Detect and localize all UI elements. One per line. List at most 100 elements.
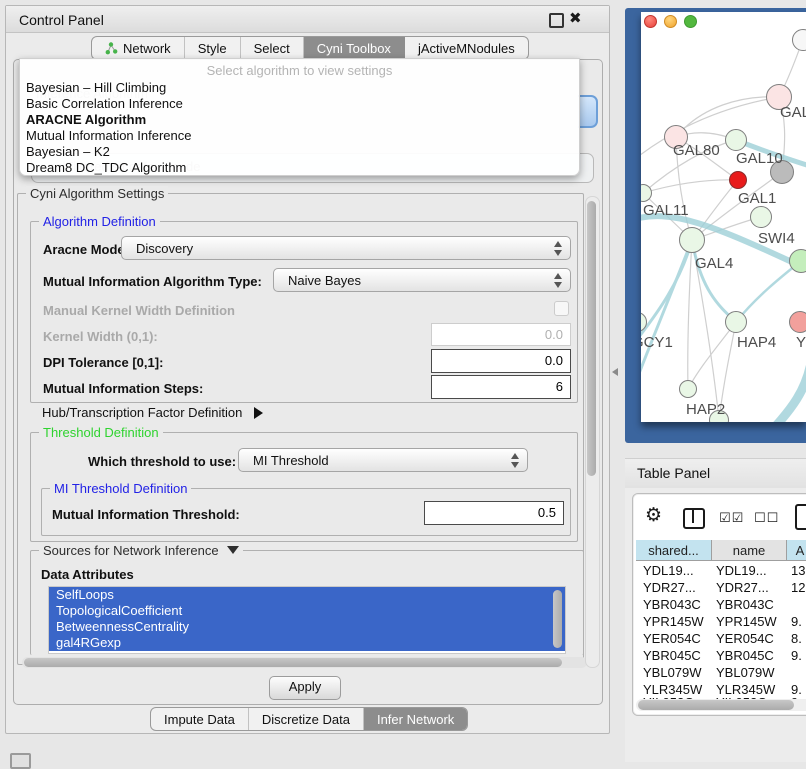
stepper-icon [511, 453, 520, 468]
table-cell[interactable]: YPR145W [643, 613, 709, 630]
node-label-hap4: HAP4 [737, 334, 776, 351]
tab-network[interactable]: Network [92, 37, 185, 59]
settings-vertical-scrollbar-thumb[interactable] [587, 201, 596, 476]
node-label-y: Y [796, 334, 806, 351]
settings-horizontal-scrollbar-thumb[interactable] [24, 658, 562, 667]
kernel-width-label: Kernel Width (0,1): [43, 329, 158, 344]
table-horizontal-scrollbar-track[interactable] [636, 699, 806, 711]
kernel-width-field[interactable]: 0.0 [431, 323, 571, 346]
column-header-shared[interactable]: shared... [636, 540, 712, 561]
node-label-swi4: SWI4 [758, 230, 795, 247]
table-cell[interactable]: 12 [791, 579, 806, 596]
panel-divider-arrow-icon[interactable] [612, 368, 618, 376]
mi-type-combo[interactable]: Naive Bayes [273, 268, 571, 292]
table-cell[interactable]: 8. [791, 630, 806, 647]
mi-type-value: Naive Bayes [288, 273, 361, 288]
unselect-all-checkboxes-icon[interactable]: ☐☐ [754, 510, 779, 526]
expand-right-icon [254, 407, 263, 419]
mi-threshold-field[interactable]: 0.5 [424, 501, 564, 525]
tab-infer-network[interactable]: Infer Network [364, 708, 467, 730]
network-canvas[interactable]: GAL GAL80 GAL10 GAL1 GAL11 SWI4 GAL4 GCY… [641, 12, 806, 422]
node-label-gal4: GAL4 [695, 255, 733, 272]
dropdown-placeholder: Select algorithm to view settings [20, 59, 579, 80]
algorithm-combo-focused-fragment[interactable] [578, 95, 598, 128]
settings-vertical-scrollbar-track[interactable] [585, 196, 600, 668]
tab-cyni-toolbox[interactable]: Cyni Toolbox [304, 37, 405, 59]
table-cell[interactable]: YER054C [716, 630, 782, 647]
manual-kernel-checkbox[interactable] [554, 301, 569, 316]
show-columns-icon[interactable] [683, 508, 705, 529]
dropdown-item-bayesian-k2[interactable]: Bayesian – K2 [20, 144, 579, 160]
dropdown-item-bayesian-hill-climbing[interactable]: Bayesian – Hill Climbing [20, 80, 579, 96]
dropdown-item-aracne[interactable]: ARACNE Algorithm [20, 112, 579, 128]
list-item-betweennesscentrality[interactable]: BetweennessCentrality [49, 619, 565, 635]
list-item-selfloops[interactable]: SelfLoops [49, 587, 565, 603]
sources-group-title[interactable]: Sources for Network Inference [39, 543, 243, 558]
float-window-button[interactable] [549, 13, 564, 28]
network-node-salmon[interactable] [789, 311, 806, 333]
table-cell[interactable]: YBR045C [716, 647, 782, 664]
list-item-topologicalcoefficient[interactable]: TopologicalCoefficient [49, 603, 565, 619]
column-header-name[interactable]: name [712, 540, 787, 561]
cyni-algorithm-settings-group: Cyni Algorithm Settings Algorithm Defini… [17, 193, 584, 665]
settings-horizontal-scrollbar-track[interactable] [22, 657, 587, 668]
table-cell[interactable]: 9. [791, 613, 806, 630]
table-cell[interactable] [791, 664, 806, 681]
network-node-gal1[interactable] [750, 206, 772, 228]
table-cell[interactable]: 9. [791, 647, 806, 664]
which-threshold-value: MI Threshold [253, 453, 329, 468]
tab-impute-data[interactable]: Impute Data [151, 708, 249, 730]
hub-definition-toggle[interactable]: Hub/Transcription Factor Definition [42, 405, 263, 420]
column-header-partial[interactable]: A [787, 540, 806, 561]
dropdown-item-dream8[interactable]: Dream8 DC_TDC Algorithm [20, 160, 579, 176]
node-label-gal1: GAL1 [738, 190, 776, 207]
node-label-hap2: HAP2 [686, 401, 725, 418]
table-cell[interactable]: YBL079W [643, 664, 709, 681]
dropdown-item-basic-correlation[interactable]: Basic Correlation Inference [20, 96, 579, 112]
network-node-selected-red[interactable] [729, 171, 747, 189]
node-label-gcy1: GCY1 [641, 334, 673, 351]
network-node-hap4[interactable] [725, 311, 747, 333]
table-cell[interactable]: YBL079W [716, 664, 782, 681]
select-all-checkboxes-icon[interactable]: ☑☑ [719, 510, 744, 526]
dropdown-item-mutual-information[interactable]: Mutual Information Inference [20, 128, 579, 144]
network-node-gal4[interactable] [679, 227, 705, 253]
control-panel-title: Control Panel [19, 12, 104, 28]
which-threshold-combo[interactable]: MI Threshold [238, 448, 528, 472]
apply-button[interactable]: Apply [269, 676, 341, 700]
dpi-tolerance-field[interactable]: 0.0 [431, 349, 571, 373]
table-cell[interactable]: YPR145W [716, 613, 782, 630]
screen: { "colors": { "selection_blue": "#3a66c8… [0, 0, 806, 762]
network-node-hap2[interactable] [679, 380, 697, 398]
list-vertical-scrollbar[interactable] [553, 590, 562, 648]
list-item-gal4rgexp[interactable]: gal4RGexp [49, 635, 565, 651]
algorithm-dropdown-popup: Select algorithm to view settings Bayesi… [19, 58, 580, 176]
aracne-mode-combo[interactable]: Discovery [121, 236, 571, 260]
mi-steps-field[interactable]: 6 [431, 375, 571, 399]
table-cell[interactable]: YDR27... [643, 579, 709, 596]
tab-discretize-data[interactable]: Discretize Data [249, 708, 364, 730]
table-cell[interactable]: YBR045C [643, 647, 709, 664]
table-cell[interactable] [791, 596, 806, 613]
algorithm-definition-group: Algorithm Definition Aracne Mode: Discov… [30, 221, 578, 403]
settings-gear-icon[interactable]: ⚙ [645, 504, 662, 527]
function-builder-icon[interactable] [795, 504, 806, 530]
table-cell[interactable]: 13 [791, 562, 806, 579]
table-rows: YDL19... YDL19... 13 YDR27... YDR27... 1… [636, 562, 806, 699]
table-cell[interactable]: YDL19... [716, 562, 782, 579]
tab-jactivemnodules[interactable]: jActiveMNodules [405, 37, 528, 59]
table-cell[interactable]: YDR27... [716, 579, 782, 596]
network-node-gal10[interactable] [725, 129, 747, 151]
table-horizontal-scrollbar-thumb[interactable] [638, 700, 794, 710]
table-box: ⚙ ☑☑ ☐☐ shared... name A YDL19... YDL19.… [632, 493, 806, 716]
tab-style[interactable]: Style [185, 37, 241, 59]
network-node-swi4[interactable] [789, 249, 806, 273]
table-cell[interactable]: YDL19... [643, 562, 709, 579]
close-panel-icon[interactable]: ✖ [569, 9, 582, 27]
mi-threshold-label: Mutual Information Threshold: [52, 507, 240, 522]
table-cell[interactable]: YER054C [643, 630, 709, 647]
table-cell[interactable]: YBR043C [643, 596, 709, 613]
data-attributes-list[interactable]: SelfLoops TopologicalCoefficient Between… [48, 586, 566, 654]
table-cell[interactable]: YBR043C [716, 596, 782, 613]
tab-select[interactable]: Select [241, 37, 304, 59]
